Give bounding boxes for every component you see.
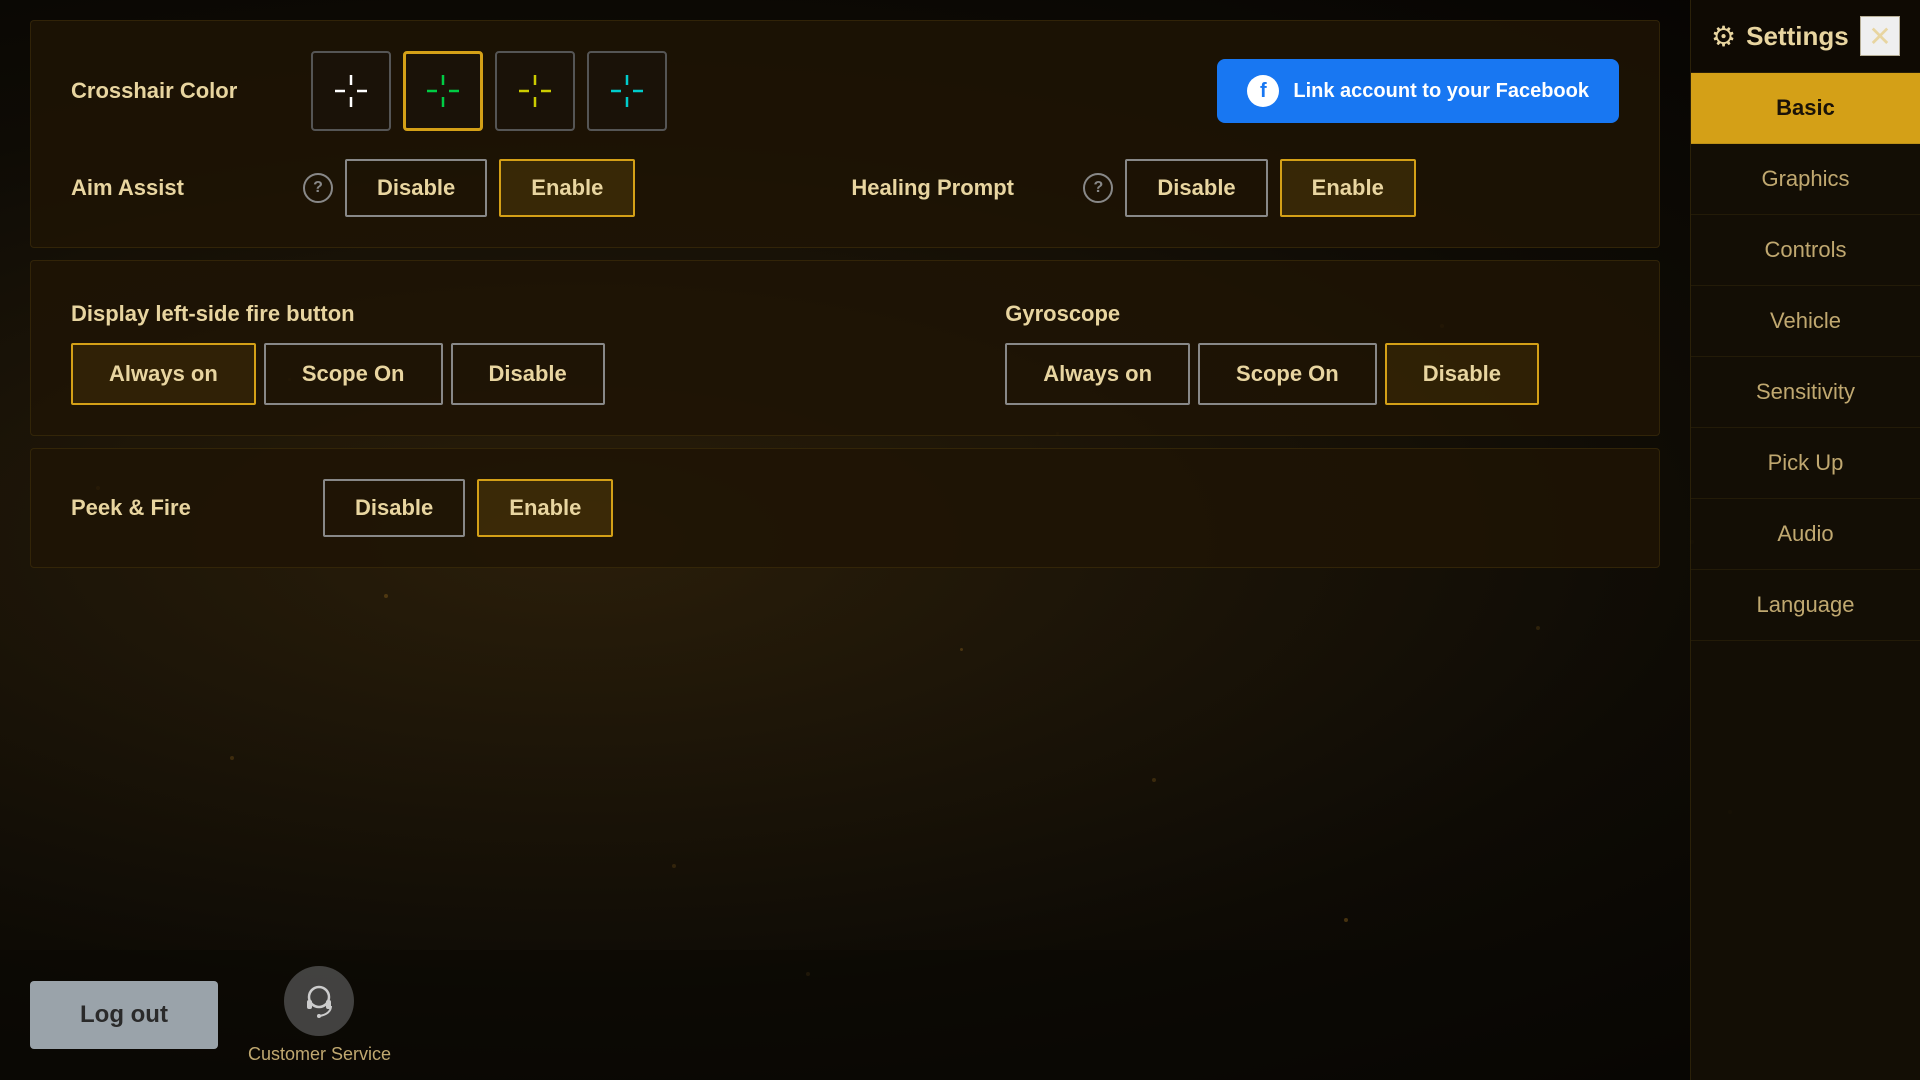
sidebar-item-sensitivity[interactable]: Sensitivity [1691,357,1920,428]
gyroscope-scope-on-btn[interactable]: Scope On [1198,343,1377,405]
content-area: Crosshair Color [0,0,1690,1080]
crosshair-white[interactable] [311,51,391,131]
fire-gyroscope-section: Display left-side fire button Always on … [30,260,1660,436]
settings-title-row: ⚙ Settings [1711,20,1849,53]
peek-fire-group: Peek & Fire Disable Enable [71,479,1619,537]
logout-button[interactable]: Log out [30,981,218,1049]
display-fire-options: Always on Scope On Disable [71,343,605,405]
healing-prompt-label: Healing Prompt [851,175,1071,201]
gyroscope-always-on-btn[interactable]: Always on [1005,343,1190,405]
display-fire-disable-btn[interactable]: Disable [451,343,605,405]
facebook-label: Link account to your Facebook [1293,80,1589,103]
fire-gyroscope-row: Display left-side fire button Always on … [71,291,1619,405]
crosshair-section: Crosshair Color [30,20,1660,248]
customer-service-icon [284,966,354,1036]
healing-prompt-disable-btn[interactable]: Disable [1125,159,1267,217]
gyroscope-options: Always on Scope On Disable [1005,343,1539,405]
peek-fire-section: Peek & Fire Disable Enable [30,448,1660,568]
gear-icon: ⚙ [1711,20,1736,53]
peek-fire-disable-btn[interactable]: Disable [323,479,465,537]
sidebar-nav: Basic Graphics Controls Vehicle Sensitiv… [1691,73,1920,1080]
gyroscope-disable-btn[interactable]: Disable [1385,343,1539,405]
sidebar-item-vehicle[interactable]: Vehicle [1691,286,1920,357]
toggles-row: Aim Assist ? Disable Enable Healing Prom… [71,159,1619,217]
gyroscope-label: Gyroscope [1005,301,1539,327]
sidebar-item-controls[interactable]: Controls [1691,215,1920,286]
healing-prompt-help-icon[interactable]: ? [1083,173,1113,203]
facebook-link-button[interactable]: f Link account to your Facebook [1217,59,1619,123]
main-layout: Crosshair Color [0,0,1920,1080]
peek-fire-label: Peek & Fire [71,495,291,521]
gyroscope-block: Gyroscope Always on Scope On Disable [1005,301,1539,405]
aim-assist-disable-btn[interactable]: Disable [345,159,487,217]
aim-assist-group: Aim Assist ? Disable Enable [71,159,635,217]
crosshair-row: Crosshair Color [71,51,1619,131]
healing-prompt-enable-btn[interactable]: Enable [1280,159,1416,217]
sidebar-item-basic[interactable]: Basic [1691,73,1920,144]
customer-service-button[interactable]: Customer Service [248,966,391,1065]
healing-prompt-group: Healing Prompt ? Disable Enable [851,159,1415,217]
display-fire-block: Display left-side fire button Always on … [71,301,605,405]
display-fire-always-on-btn[interactable]: Always on [71,343,256,405]
aim-assist-enable-btn[interactable]: Enable [499,159,635,217]
crosshair-options [311,51,667,131]
aim-assist-label: Aim Assist [71,175,291,201]
aim-assist-help-icon[interactable]: ? [303,173,333,203]
sidebar-item-pickup[interactable]: Pick Up [1691,428,1920,499]
display-fire-label: Display left-side fire button [71,301,605,327]
crosshair-green[interactable] [403,51,483,131]
settings-sidebar: ⚙ Settings ✕ Basic Graphics Controls Veh… [1690,0,1920,1080]
sidebar-header: ⚙ Settings ✕ [1691,0,1920,73]
sidebar-item-language[interactable]: Language [1691,570,1920,641]
customer-service-label: Customer Service [248,1044,391,1065]
sidebar-item-audio[interactable]: Audio [1691,499,1920,570]
bottom-bar: Log out Customer Service [0,950,1920,1080]
peek-fire-enable-btn[interactable]: Enable [477,479,613,537]
close-button[interactable]: ✕ [1860,16,1900,56]
settings-title: Settings [1746,21,1849,52]
crosshair-yellow[interactable] [495,51,575,131]
crosshair-label: Crosshair Color [71,78,291,104]
crosshair-cyan[interactable] [587,51,667,131]
display-fire-scope-on-btn[interactable]: Scope On [264,343,443,405]
sidebar-item-graphics[interactable]: Graphics [1691,144,1920,215]
facebook-icon: f [1247,75,1279,107]
